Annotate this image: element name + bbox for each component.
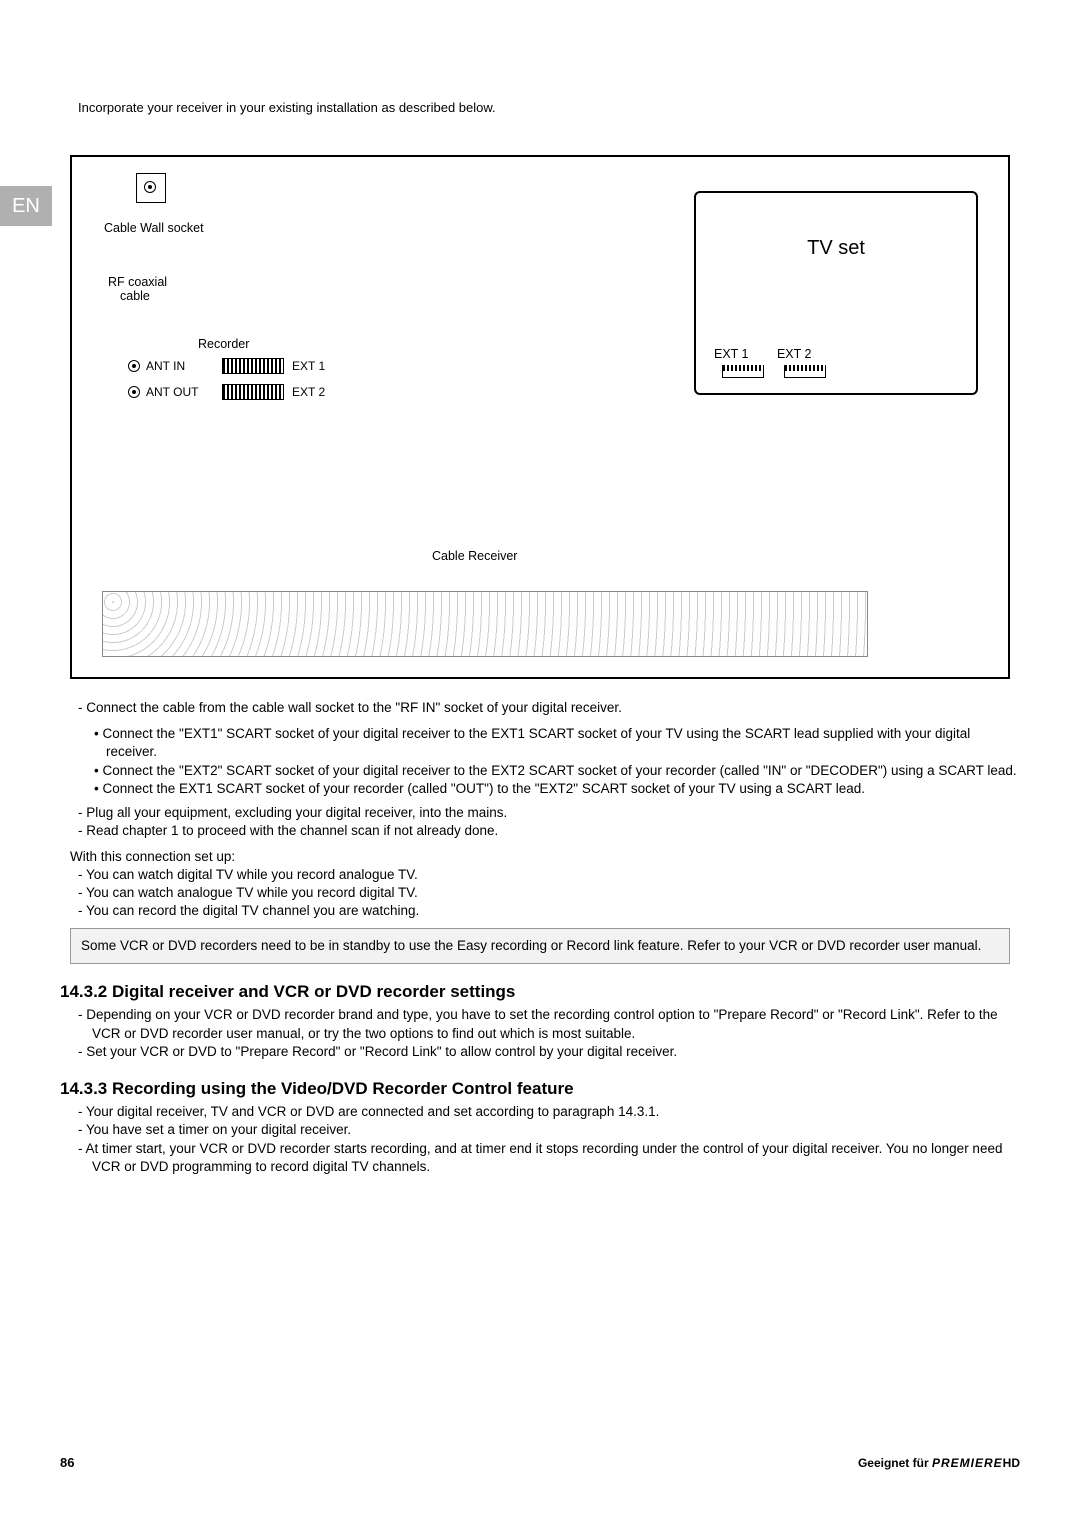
label-cable-wall: Cable Wall socket <box>104 221 204 235</box>
language-tab: EN <box>0 186 52 226</box>
label-antin: ANT IN <box>146 359 222 373</box>
with-setup-text: With this connection set up: <box>70 849 1020 864</box>
page-number: 86 <box>60 1455 74 1470</box>
heading-14-3-2: 14.3.2 Digital receiver and VCR or DVD r… <box>60 982 1020 1002</box>
label-ext1-rec: EXT 1 <box>292 359 325 373</box>
sec3-step3: At timer start, your VCR or DVD recorder… <box>78 1140 1020 1176</box>
page-footer: 86 Geeignet für PREMIEREHD <box>60 1455 1020 1470</box>
feat-1: You can watch digital TV while you recor… <box>78 866 1020 884</box>
feat-3: You can record the digital TV channel yo… <box>78 902 1020 920</box>
feat-2: You can watch analogue TV while you reco… <box>78 884 1020 902</box>
note-box: Some VCR or DVD recorders need to be in … <box>70 928 1010 964</box>
wall-socket-icon <box>136 173 166 203</box>
step-read-ch1: Read chapter 1 to proceed with the chann… <box>78 822 1020 840</box>
scart-icon <box>222 384 284 400</box>
step-connect-rf: Connect the cable from the cable wall so… <box>78 699 1020 717</box>
sec2-step1: Depending on your VCR or DVD recorder br… <box>78 1006 1020 1042</box>
label-tv-ext1: EXT 1 <box>714 347 749 361</box>
scart-icon <box>222 358 284 374</box>
label-rf-2: cable <box>120 289 150 303</box>
label-tv-ext2: EXT 2 <box>777 347 812 361</box>
label-tvset: TV set <box>807 237 865 260</box>
label-cable-receiver: Cable Receiver <box>432 549 517 563</box>
label-rf-1: RF coaxial <box>108 275 167 289</box>
step-plug-mains: Plug all your equipment, excluding your … <box>78 804 1020 822</box>
scart-icon <box>784 365 826 378</box>
label-ext2-rec: EXT 2 <box>292 385 325 399</box>
label-antout: ANT OUT <box>146 385 222 399</box>
step-connect-ext1: Connect the "EXT1" SCART socket of your … <box>94 725 1020 761</box>
intro-text: Incorporate your receiver in your existi… <box>78 100 1020 115</box>
footer-brand: Geeignet für PREMIEREHD <box>858 1456 1020 1470</box>
cable-receiver-box <box>102 591 868 657</box>
sec3-step1: Your digital receiver, TV and VCR or DVD… <box>78 1103 1020 1121</box>
label-recorder: Recorder <box>198 337 249 351</box>
step-connect-recorder-out: Connect the EXT1 SCART socket of your re… <box>94 780 1020 798</box>
connection-diagram: Cable Wall socket RF coaxial cable Recor… <box>70 155 1010 679</box>
recorder-box: ANT IN EXT 1 ANT OUT EXT 2 <box>118 353 408 413</box>
sec3-step2: You have set a timer on your digital rec… <box>78 1121 1020 1139</box>
antin-port-icon <box>128 360 140 372</box>
sec2-step2: Set your VCR or DVD to "Prepare Record" … <box>78 1043 1020 1061</box>
antout-port-icon <box>128 386 140 398</box>
step-connect-ext2: Connect the "EXT2" SCART socket of your … <box>94 762 1020 780</box>
tv-box: TV set EXT 1 EXT 2 <box>694 191 978 395</box>
brand-premiere: PREMIERE <box>932 1456 1003 1470</box>
footer-geeignet: Geeignet für <box>858 1456 929 1470</box>
brand-hd: HD <box>1003 1456 1020 1470</box>
heading-14-3-3: 14.3.3 Recording using the Video/DVD Rec… <box>60 1079 1020 1099</box>
scart-icon <box>722 365 764 378</box>
